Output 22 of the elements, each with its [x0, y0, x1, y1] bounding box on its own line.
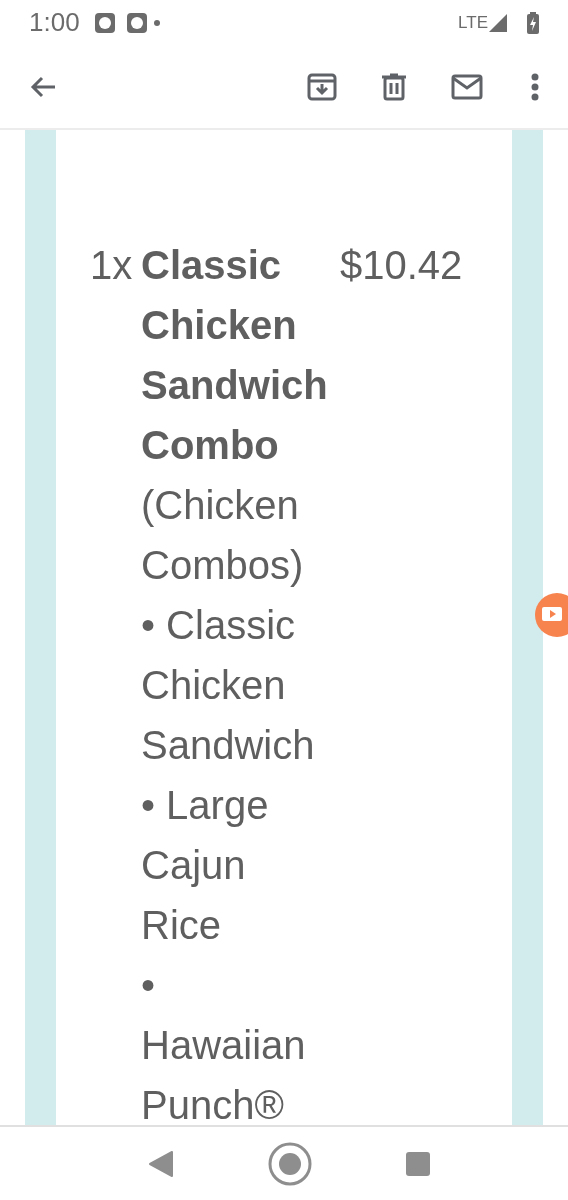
notification-icon: [93, 11, 116, 34]
mail-icon[interactable]: [451, 73, 483, 100]
status-time: 1:00: [29, 7, 80, 38]
signal-icon: [488, 12, 508, 33]
item-quantity: 1x: [90, 242, 134, 289]
item-modifier: • Classic Chicken Sandwich: [141, 602, 316, 769]
network-type: LTE: [458, 12, 488, 33]
delete-icon[interactable]: [381, 72, 407, 101]
more-options-icon[interactable]: [531, 72, 539, 101]
item-name: Classic Chicken Sandwich Combo: [141, 242, 329, 469]
home-icon[interactable]: [268, 1141, 312, 1186]
item-modifier: • Large Cajun Rice: [141, 782, 270, 949]
archive-icon[interactable]: [307, 72, 337, 101]
notification-icon: [125, 11, 148, 34]
item-price: $10.42: [340, 242, 463, 289]
more-notifications-icon: [153, 19, 160, 26]
battery-icon: [526, 11, 540, 34]
recents-icon[interactable]: [406, 1151, 430, 1176]
video-recorder-button[interactable]: [534, 592, 568, 638]
back-icon[interactable]: [148, 1149, 174, 1178]
item-category: (Chicken Combos): [141, 482, 305, 589]
item-modifier: • Hawaiian Punch®: [141, 962, 307, 1125]
